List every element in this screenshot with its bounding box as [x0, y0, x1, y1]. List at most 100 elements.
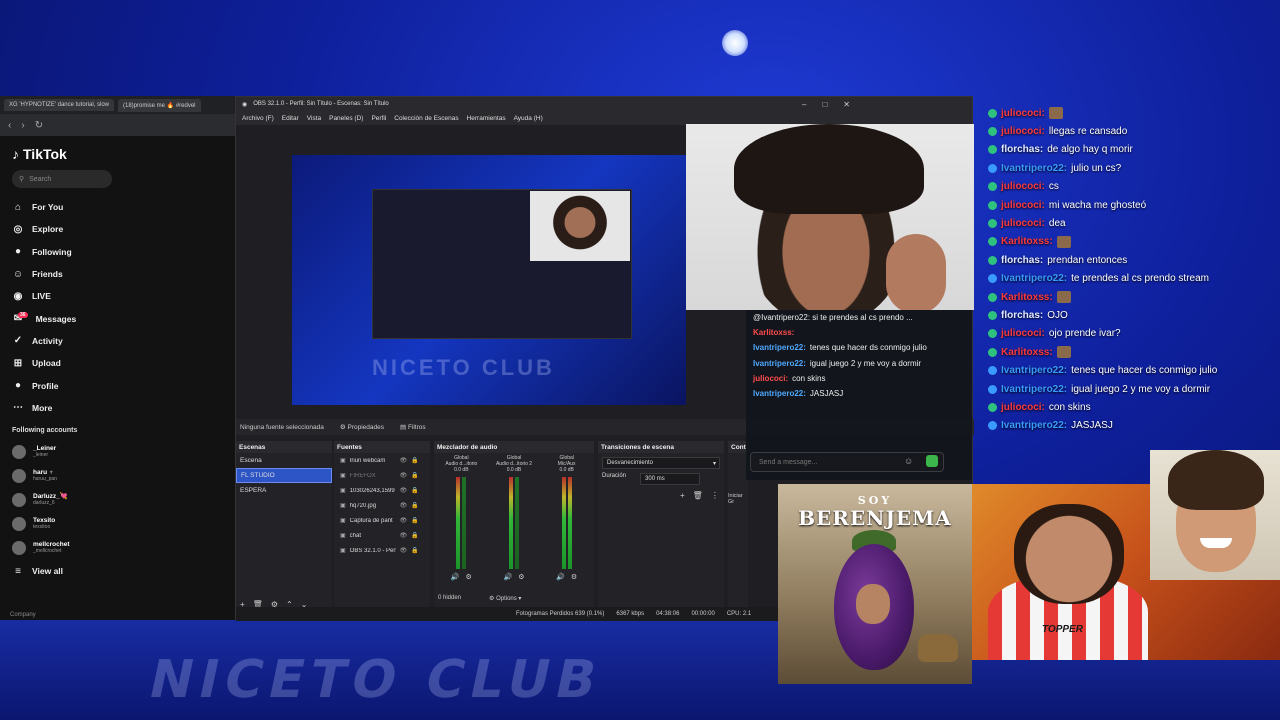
- gear-icon[interactable]: ⚙: [518, 573, 524, 581]
- chat-overlay-message: juliococi: ojo prende ivar?: [988, 325, 1280, 343]
- maximize-icon[interactable]: □: [822, 100, 827, 109]
- source-type-icon: ▣: [340, 503, 346, 509]
- visibility-eye-icon[interactable]: 👁: [400, 502, 408, 509]
- gear-icon[interactable]: ⚙: [571, 573, 577, 581]
- filters-button[interactable]: ▤ Filtros: [400, 423, 426, 431]
- forward-icon[interactable]: ›: [21, 120, 24, 131]
- tiktok-logo[interactable]: ♪ TikTok: [12, 146, 223, 162]
- lock-icon[interactable]: 🔒: [411, 547, 418, 554]
- speaker-icon[interactable]: 🔊: [451, 573, 460, 581]
- chat-username[interactable]: Karlitoxss:: [753, 327, 794, 338]
- mixer-options-button[interactable]: ⚙ Options ▾: [489, 595, 521, 602]
- chat-overlay-message: juliococi: cs: [988, 178, 1280, 196]
- speaker-icon[interactable]: 🔊: [504, 573, 513, 581]
- browser-tab-2[interactable]: (18)promise me 🔥 #redvel: [118, 98, 201, 112]
- obs-menu-item[interactable]: Vista: [307, 115, 321, 122]
- company-link[interactable]: Company: [10, 612, 36, 618]
- tiktok-nav-label: Profile: [32, 380, 59, 391]
- lock-icon[interactable]: 🔒: [411, 502, 418, 509]
- browser-toolbar: ‹ › ↻: [0, 114, 235, 136]
- tiktok-nav-label: Explore: [32, 224, 64, 235]
- gear-icon[interactable]: ⚙: [466, 573, 472, 581]
- emote-icon[interactable]: ☺: [904, 456, 913, 466]
- tiktok-search-input[interactable]: ⚲ Search: [12, 170, 112, 188]
- scene-item[interactable]: Escena: [236, 453, 332, 468]
- tiktok-nav-item[interactable]: ✉ 36 Messages: [12, 307, 223, 329]
- back-icon[interactable]: ‹: [8, 120, 11, 131]
- account-handle: _leiner: [33, 452, 49, 459]
- chat-username[interactable]: Ivantripero22:: [753, 342, 806, 353]
- following-account[interactable]: haru ♆ haruu_pan: [12, 464, 223, 488]
- tiktok-nav-label: Upload: [32, 358, 61, 369]
- chat-username[interactable]: Ivantripero22:: [753, 388, 806, 399]
- reload-icon[interactable]: ↻: [35, 120, 43, 131]
- scene-item[interactable]: FL STUDIO: [236, 468, 332, 483]
- source-item[interactable]: ▣OBS 32.1.0 - Perfil: S... 👁🔒: [334, 543, 430, 558]
- emote-icon: [1056, 291, 1071, 304]
- source-item[interactable]: ▣ Iriun webcam 👁 🔒: [334, 453, 430, 468]
- tiktok-nav-item[interactable]: ◉ LIVE: [12, 285, 223, 307]
- chat-message-input[interactable]: Send a message...: [750, 452, 944, 472]
- obs-menu-item[interactable]: Ayuda (H): [514, 115, 543, 122]
- tiktok-nav-item[interactable]: ◎ Explore: [12, 218, 223, 240]
- speaker-icon[interactable]: 🔊: [556, 573, 565, 581]
- close-icon[interactable]: ✕: [843, 100, 850, 109]
- source-item[interactable]: ▣ hq720.jpg 👁 🔒: [334, 498, 430, 513]
- obs-menu-item[interactable]: Paneles (D): [329, 115, 363, 122]
- obs-menu-item[interactable]: Perfil: [371, 115, 386, 122]
- tiktok-nav-item[interactable]: ⋯ More: [12, 397, 223, 419]
- send-icon[interactable]: [926, 455, 938, 467]
- visibility-eye-icon[interactable]: 👁: [400, 532, 408, 539]
- lock-icon[interactable]: 🔒: [411, 457, 418, 464]
- obs-menu-item[interactable]: Herramientas: [467, 115, 506, 122]
- following-account[interactable]: _Leiner _leiner: [12, 440, 223, 464]
- chat-username: Ivantripero22:: [1001, 420, 1068, 432]
- properties-button[interactable]: ⚙ Propiedades: [340, 423, 384, 431]
- visibility-eye-icon[interactable]: 👁: [400, 487, 408, 494]
- chat-message-text: igual juego 2 y me voy a dormir: [1071, 383, 1211, 395]
- visibility-eye-icon[interactable]: 👁: [400, 472, 408, 479]
- lock-icon[interactable]: 🔒: [411, 487, 418, 494]
- start-recording-button[interactable]: Iniciar Gr: [728, 493, 748, 505]
- obs-menu-item[interactable]: Editar: [282, 115, 299, 122]
- source-type-icon: ▣: [340, 533, 346, 539]
- visibility-eye-icon[interactable]: 👁: [400, 457, 408, 464]
- chat-username[interactable]: juliococi:: [753, 373, 788, 384]
- scene-item[interactable]: ESPERA: [236, 483, 332, 498]
- tiktok-nav-item[interactable]: ⊞ Upload: [12, 352, 223, 374]
- obs-menu-item[interactable]: Colección de Escenas: [394, 115, 458, 122]
- source-item[interactable]: ▣ 103026243,1599 👁 🔒: [334, 483, 430, 498]
- following-account[interactable]: Texsito texsitoo: [12, 512, 223, 536]
- chat-overlay-message: Ivantripero22: igual juego 2 y me voy a d…: [988, 380, 1280, 398]
- visibility-eye-icon[interactable]: 👁: [400, 517, 408, 524]
- duration-input[interactable]: 300 ms: [640, 473, 701, 485]
- browser-tab-1[interactable]: XG 'HYPNOTIZE' dance tutorial, slow: [4, 99, 114, 111]
- add-transition-icon[interactable]: +: [680, 491, 685, 500]
- lock-icon[interactable]: 🔒: [411, 472, 418, 479]
- following-account[interactable]: mellcrochet _mellcrochet: [12, 536, 223, 560]
- transition-menu-icon[interactable]: ⋮: [711, 491, 719, 500]
- lock-icon[interactable]: 🔒: [411, 532, 418, 539]
- minimize-icon[interactable]: –: [802, 100, 806, 109]
- obs-menu-item[interactable]: Archivo (F): [242, 115, 274, 122]
- chat-username[interactable]: Ivantripero22:: [753, 358, 806, 369]
- following-account[interactable]: Darluzz_💘 darluzz_6: [12, 488, 223, 512]
- tiktok-nav-item[interactable]: ● Following: [12, 241, 223, 263]
- source-item[interactable]: ▣ chat 👁 🔒: [334, 528, 430, 543]
- obs-preview[interactable]: NICETO CLUB: [292, 155, 686, 405]
- view-all-button[interactable]: ≡ View all: [12, 560, 223, 582]
- cpu-usage: CPU: 2.1: [726, 611, 752, 617]
- transition-select[interactable]: Desvanecimiento ▾: [602, 457, 720, 469]
- source-item[interactable]: ▣ Captura de pant 👁 🔒: [334, 513, 430, 528]
- remove-transition-icon[interactable]: 🗑: [693, 491, 703, 500]
- tiktok-nav-item[interactable]: ● Profile: [12, 374, 223, 396]
- controls-header: Cont: [728, 441, 748, 453]
- chat-overlay-message: juliococi: dea: [988, 214, 1280, 232]
- tiktok-nav-item[interactable]: ☺ Friends: [12, 263, 223, 285]
- source-item[interactable]: ▣ FIREFOX 👁 🔒: [334, 468, 430, 483]
- tiktok-nav-item[interactable]: ✓ Activity: [12, 330, 223, 352]
- lock-icon[interactable]: 🔒: [411, 517, 418, 524]
- chat-popup-message: Karlitoxss:: [746, 325, 972, 340]
- tiktok-nav-item[interactable]: ⌂ For You: [12, 196, 223, 218]
- visibility-eye-icon[interactable]: 👁: [400, 547, 408, 554]
